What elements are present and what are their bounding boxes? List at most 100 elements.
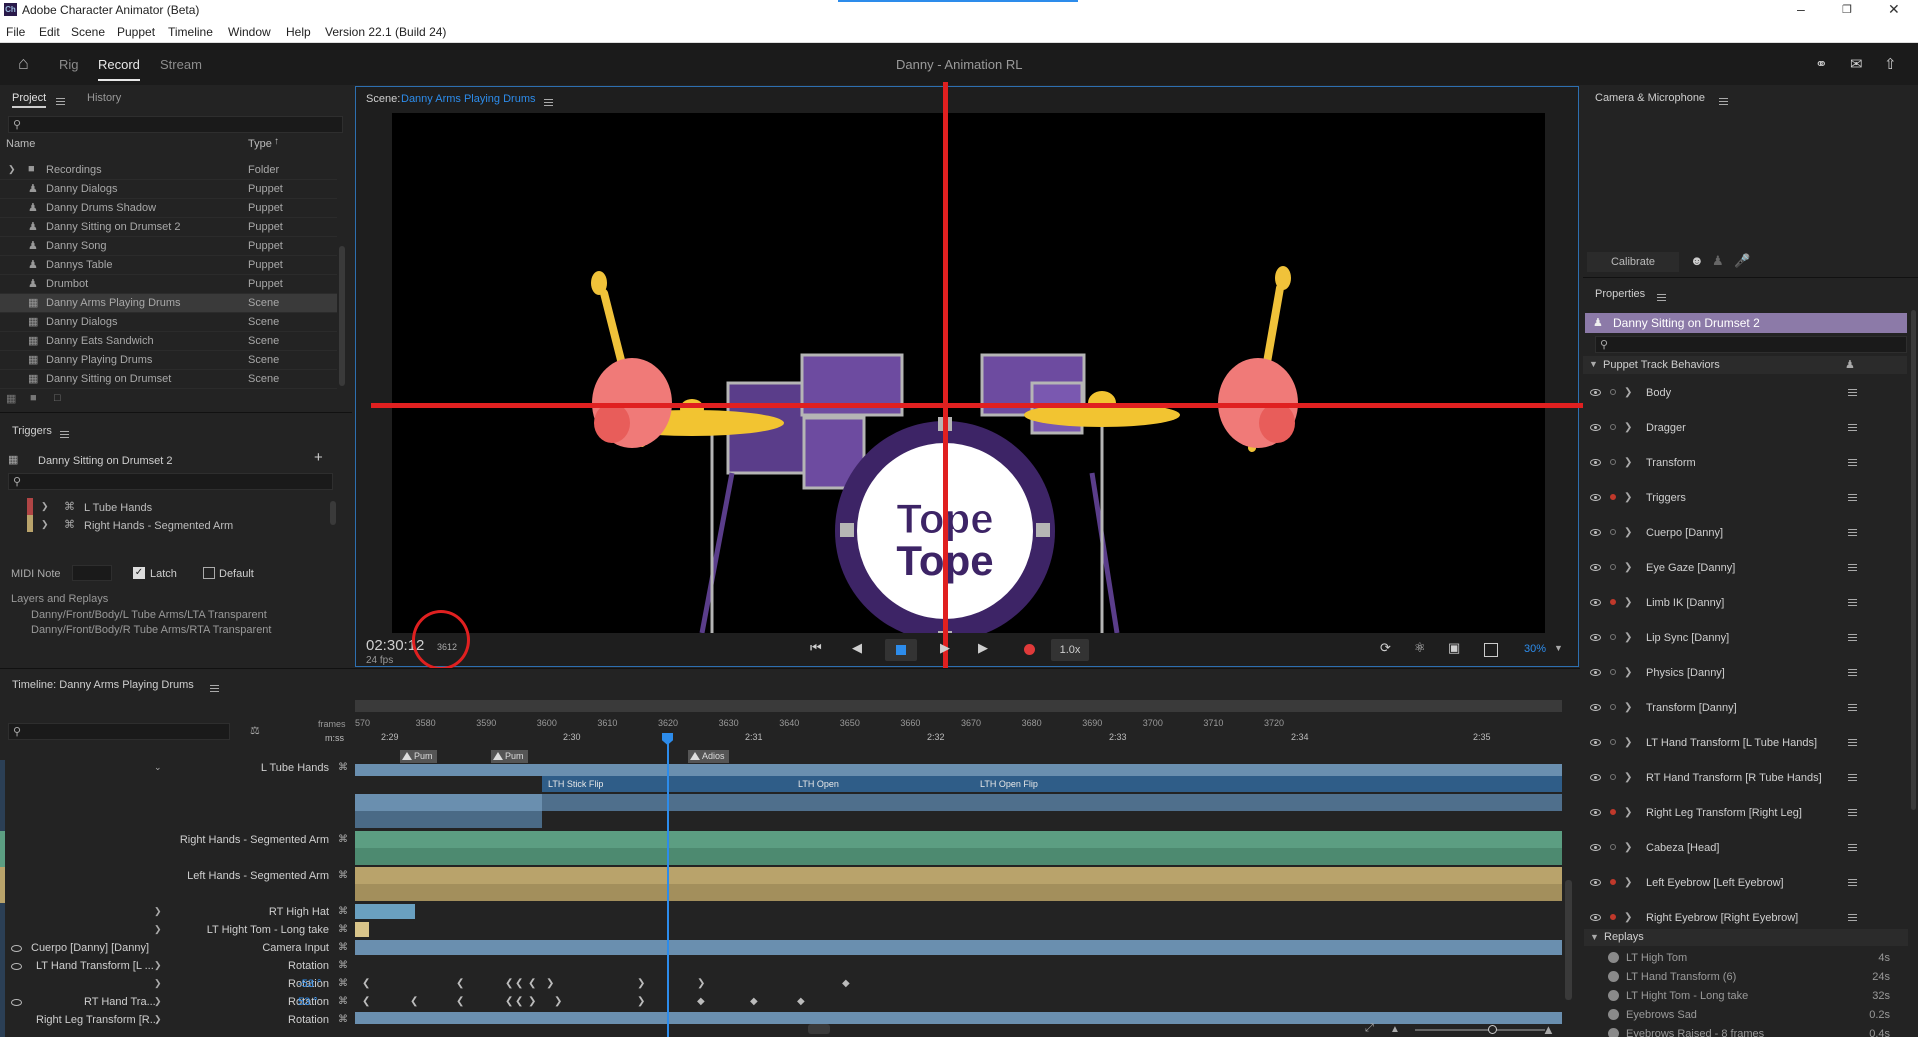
behavior-menu-icon[interactable] [1848,809,1857,816]
arm-toggle[interactable] [1610,424,1616,430]
keyframe-icon[interactable]: ❮ [362,996,370,1007]
eye-icon[interactable] [1590,774,1601,781]
behavior-menu-icon[interactable] [1848,739,1857,746]
menu-timeline[interactable]: Timeline [168,25,213,39]
timeline-marker[interactable]: Pum [491,750,528,763]
arm-toggle[interactable] [1610,494,1616,500]
behavior-row[interactable]: ❯ Body [1584,379,1908,414]
project-item[interactable]: ❯ ■ Recordings Folder [0,161,337,180]
chevron-right-icon[interactable]: ❯ [1624,422,1632,433]
calibrate-button[interactable]: Calibrate [1587,252,1679,272]
play-icon[interactable] [1608,1009,1619,1020]
keyframe-icon[interactable]: ◆ [842,978,850,989]
trigger-item-l-tube-hands[interactable]: L Tube Hands [84,502,152,514]
track-row[interactable]: Rotation ⌘ ❯ LT Hand Transform [L ... [0,958,354,976]
chevron-right-icon[interactable]: ❯ [1624,562,1632,573]
triggers-menu-icon[interactable] [60,430,69,438]
behavior-row[interactable]: ❯ Physics [Danny] [1584,659,1908,694]
arm-toggle[interactable] [1610,914,1616,920]
chevron-right-icon[interactable]: ❯ [41,519,49,530]
replay-item[interactable]: LT High Tom 4s [1584,950,1908,969]
eye-icon[interactable] [1590,704,1601,711]
pin-icon[interactable]: ⌘ [338,762,348,773]
behavior-row[interactable]: ❯ Lip Sync [Danny] [1584,624,1908,659]
track-row[interactable]: Left Hands - Segmented Arm ⌘ [0,868,354,886]
zoom-in-icon[interactable]: ▲ [1542,1022,1555,1037]
rotation-value[interactable]: 53 ° [298,996,318,1008]
chevron-icon[interactable]: ❯ [154,960,162,971]
tab-record[interactable]: Record [98,57,140,81]
chevron-right-icon[interactable]: ❯ [1624,667,1632,678]
behavior-menu-icon[interactable] [1848,914,1857,921]
eye-icon[interactable] [1590,634,1601,641]
timeline-h-scrollbar[interactable] [808,1024,830,1034]
timeline-menu-icon[interactable] [210,684,219,692]
col-name-header[interactable]: Name [6,138,35,150]
keyframe-icon[interactable]: ❮ [456,978,464,989]
camera-input-track[interactable] [355,940,1562,955]
chevron-right-icon[interactable]: ❯ [1624,772,1632,783]
behavior-row[interactable]: ❯ Triggers [1584,484,1908,519]
eye-icon[interactable] [11,999,22,1006]
keyframe-icon[interactable]: ❯ [528,996,536,1007]
onion-skin-icon[interactable]: ⚛ [1414,640,1426,656]
right-leg-track[interactable] [355,1012,1562,1024]
l-tube-hands-track[interactable] [355,764,1562,776]
behavior-row[interactable]: ❯ Right Eyebrow [Right Eyebrow] [1584,904,1908,939]
play-icon[interactable]: ▶ [940,640,950,656]
midi-note-input[interactable] [72,565,112,581]
trigger-item-right-hands[interactable]: Right Hands - Segmented Arm [84,520,233,532]
project-menu-icon[interactable] [56,97,65,105]
behavior-row[interactable]: ❯ LT Hand Transform [L Tube Hands] [1584,729,1908,764]
eye-icon[interactable] [1590,739,1601,746]
keyframe-icon[interactable]: ◆ [797,996,805,1007]
eye-icon[interactable] [1590,844,1601,851]
tab-rig[interactable]: Rig [59,57,79,72]
replay-item[interactable]: LT Hight Tom - Long take 32s [1584,988,1908,1007]
restore-icon[interactable]: ❐ [1842,3,1852,16]
arm-toggle[interactable] [1610,774,1616,780]
behavior-row[interactable]: ❯ Cuerpo [Danny] [1584,519,1908,554]
pin-icon[interactable]: ⌘ [338,996,348,1007]
project-item[interactable]: ♟ Danny Sitting on Drumset 2 Puppet [0,218,337,237]
chevron-right-icon[interactable]: ❯ [1624,597,1632,608]
properties-search-input[interactable]: ⚲ [1595,336,1907,353]
behavior-menu-icon[interactable] [1848,704,1857,711]
behavior-row[interactable]: ❯ Eye Gaze [Danny] [1584,554,1908,589]
pin-icon[interactable]: ⌘ [338,978,348,989]
arm-toggle[interactable] [1610,564,1616,570]
behavior-menu-icon[interactable] [1848,424,1857,431]
timeline-zoom-slider[interactable] [1415,1029,1545,1031]
zoom-level[interactable]: 30% [1524,643,1546,655]
keyframe-icon[interactable]: ❮ [515,996,523,1007]
project-search-input[interactable]: ⚲ [8,116,343,133]
pin-icon[interactable]: ⌘ [338,924,348,935]
triggers-search-input[interactable]: ⚲ [8,473,333,490]
track-row[interactable]: Camera Input ⌘ Cuerpo [Danny] [Danny] [0,940,354,958]
record-button[interactable] [1024,644,1035,655]
lt-high-tom-clip[interactable] [355,922,369,937]
track-row[interactable]: Rotation ⌘ ❯ RT Hand Tra... 53 ° [0,994,354,1012]
play-icon[interactable] [1608,990,1619,1001]
replay-item[interactable]: Eyebrows Sad 0.2s [1584,1007,1908,1026]
home-icon[interactable]: ⌂ [18,53,29,74]
tab-stream[interactable]: Stream [160,57,202,72]
left-hands-track[interactable] [355,867,1562,884]
trigger-clip[interactable]: LTH Open Flip [974,776,1562,792]
chevron-right-icon[interactable]: ❯ [1624,457,1632,468]
behavior-menu-icon[interactable] [1848,389,1857,396]
eye-icon[interactable] [1590,424,1601,431]
right-hands-subtrack[interactable] [355,848,1562,865]
track-row[interactable]: Right Hands - Segmented Arm ⌘ [0,832,354,850]
arm-toggle[interactable] [1610,704,1616,710]
eye-icon[interactable] [1590,879,1601,886]
pin-icon[interactable]: ⌘ [338,1014,348,1025]
eye-icon[interactable] [1590,564,1601,571]
chevron-right-icon[interactable]: ❯ [1624,737,1632,748]
chevron-right-icon[interactable]: ❯ [1624,632,1632,643]
eye-icon[interactable] [1590,669,1601,676]
keyframe-icon[interactable]: ❮ [528,978,536,989]
project-item[interactable]: ▦ Danny Arms Playing Drums Scene [0,294,337,313]
eye-icon[interactable] [1590,389,1601,396]
behavior-menu-icon[interactable] [1848,564,1857,571]
